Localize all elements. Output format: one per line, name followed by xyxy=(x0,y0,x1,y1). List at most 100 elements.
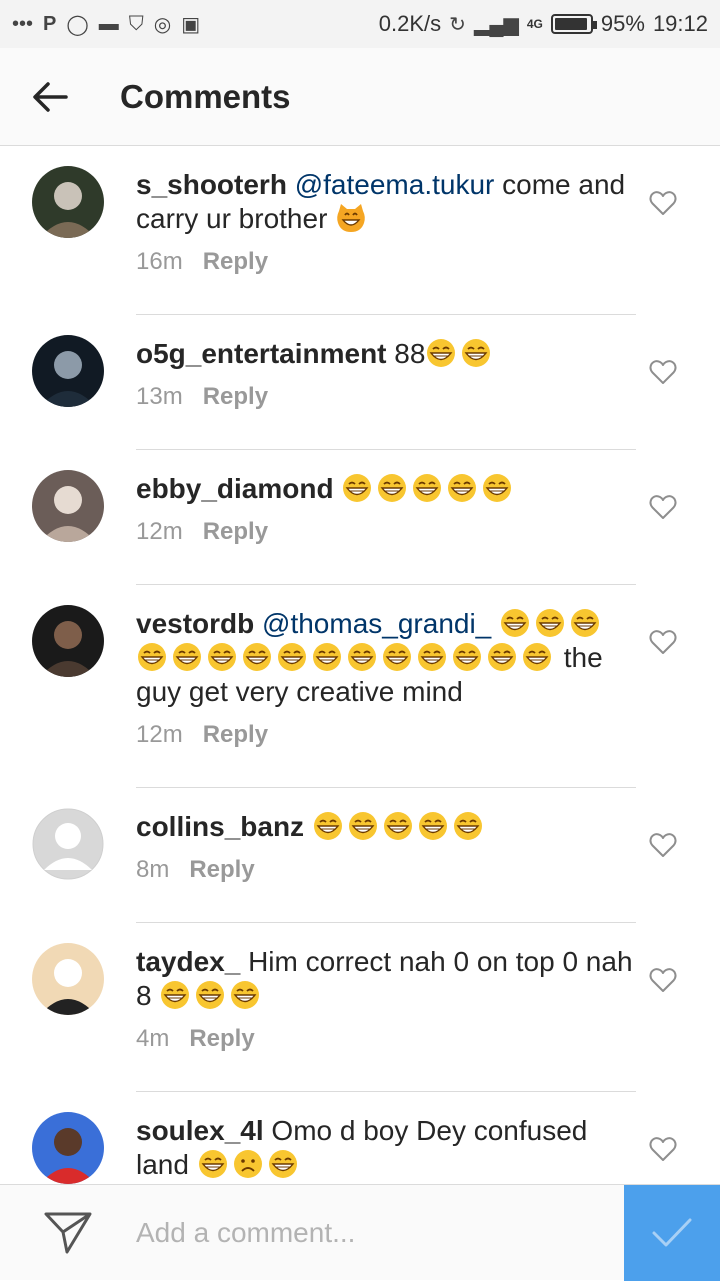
username-link[interactable]: collins_banz xyxy=(136,811,304,842)
grin-emoji-icon xyxy=(501,609,530,637)
comment-body: taydex_ Him correct nah 0 on top 0 nah 8… xyxy=(136,923,636,1092)
shield-icon: ⛉ xyxy=(128,12,144,35)
user-photo xyxy=(32,335,104,407)
status-bar: ••• P ◯ ▬ ⛉ ◎ ▣ 0.2K/s ↻ ▂▄▆ 4G 95% 19:1… xyxy=(0,0,720,48)
comment-body: ebby_diamond 12m Reply xyxy=(136,450,636,585)
grin-emoji-icon xyxy=(448,474,477,502)
grin-emoji-icon xyxy=(483,474,512,502)
comment-message: 88 xyxy=(386,338,426,369)
image-icon: ▣ xyxy=(181,13,201,36)
mention-link[interactable]: @thomas_grandi_ xyxy=(262,608,491,639)
like-button[interactable] xyxy=(648,965,678,995)
grin-emoji-icon xyxy=(208,643,236,671)
username-link[interactable]: s_shooterh xyxy=(136,169,287,200)
avatar[interactable] xyxy=(32,470,104,542)
post-button[interactable] xyxy=(624,1184,720,1281)
comment-input[interactable] xyxy=(136,1184,624,1281)
arrow-left-icon xyxy=(33,81,68,112)
avatar[interactable] xyxy=(32,166,104,238)
reply-button[interactable]: Reply xyxy=(203,518,268,546)
comment-text: vestordb @thomas_grandi_ the guy get ver… xyxy=(136,607,636,709)
grin-emoji-icon xyxy=(278,643,306,671)
comment-timestamp: 12m xyxy=(136,721,183,748)
grin-emoji-icon xyxy=(488,643,516,671)
avatar[interactable] xyxy=(32,335,104,407)
username-link[interactable]: o5g_entertainment xyxy=(136,338,387,369)
avatar[interactable] xyxy=(32,605,104,677)
comment-row: collins_banz 8m Reply xyxy=(0,788,720,923)
more-dots-icon: ••• xyxy=(12,12,34,35)
comment-row: s_shooterh @fateema.tukur come and carry… xyxy=(0,146,720,315)
grin-emoji-icon xyxy=(348,812,377,840)
grin-emoji-icon xyxy=(161,981,190,1009)
grin-emoji-icon xyxy=(453,643,481,671)
username-link[interactable]: taydex_ xyxy=(136,946,240,977)
grin-emoji-icon xyxy=(571,609,600,637)
like-button[interactable] xyxy=(648,627,678,657)
username-link[interactable]: soulex_4l xyxy=(136,1115,264,1146)
reply-button[interactable]: Reply xyxy=(189,1025,254,1053)
username-link[interactable]: ebby_diamond xyxy=(136,473,334,504)
heart-icon xyxy=(649,630,677,654)
comment-message xyxy=(334,473,342,504)
heart-icon xyxy=(649,833,677,857)
avatar[interactable] xyxy=(32,808,104,880)
avatar[interactable] xyxy=(32,943,104,1015)
grin-emoji-icon xyxy=(378,474,407,502)
comments-list[interactable]: s_shooterh @fateema.tukur come and carry… xyxy=(0,146,720,1184)
grin-emoji-icon xyxy=(536,609,565,637)
like-button[interactable] xyxy=(648,830,678,860)
like-button[interactable] xyxy=(648,188,678,218)
signal-icon: ▂▄▆ xyxy=(473,13,519,36)
grin-emoji-icon xyxy=(196,981,225,1009)
frown-emoji-icon xyxy=(233,1150,262,1178)
avatar[interactable] xyxy=(32,1112,104,1184)
battery-percent: 95% xyxy=(600,11,645,36)
comment-meta: 12m Reply xyxy=(136,721,636,787)
comment-message xyxy=(491,608,499,639)
like-button[interactable] xyxy=(648,492,678,522)
back-button[interactable] xyxy=(0,48,100,146)
grin-emoji-icon xyxy=(453,812,482,840)
comment-row: vestordb @thomas_grandi_ the guy get ver… xyxy=(0,585,720,788)
heart-icon xyxy=(649,191,677,215)
chat-icon: ▬ xyxy=(98,12,119,35)
checkmark-icon xyxy=(652,1218,692,1246)
comment-message xyxy=(304,811,312,842)
grin-emoji-icon xyxy=(231,981,260,1009)
user-photo xyxy=(32,470,104,542)
comment-text: o5g_entertainment 88 xyxy=(136,337,636,371)
reply-button[interactable]: Reply xyxy=(203,248,268,276)
comment-timestamp: 4m xyxy=(136,1025,170,1052)
heart-icon xyxy=(649,1137,677,1161)
comment-row: o5g_entertainment 88 13m Reply xyxy=(0,315,720,450)
reply-button[interactable]: Reply xyxy=(189,856,254,884)
comment-timestamp: 12m xyxy=(136,518,183,545)
grin-emoji-icon xyxy=(138,643,166,671)
grin-emoji-icon xyxy=(413,474,442,502)
reply-button[interactable]: Reply xyxy=(203,721,268,749)
comment-body: s_shooterh @fateema.tukur come and carry… xyxy=(136,146,636,315)
comment-meta: 8m Reply xyxy=(136,856,636,922)
like-button[interactable] xyxy=(648,1134,678,1164)
comment-timestamp: 16m xyxy=(136,248,183,275)
grin-emoji-icon xyxy=(523,643,551,671)
grin-emoji-icon xyxy=(313,812,342,840)
comment-text: soulex_4l Omo d boy Dey confused land xyxy=(136,1114,636,1182)
paper-plane-icon xyxy=(44,1212,92,1253)
grin-emoji-icon xyxy=(343,474,372,502)
grin-emoji-icon xyxy=(268,1150,297,1178)
reply-button[interactable]: Reply xyxy=(203,383,268,411)
grin-emoji-icon xyxy=(243,643,271,671)
direct-send-button[interactable] xyxy=(0,1185,136,1281)
clock: 19:12 xyxy=(652,11,708,36)
default-avatar-icon xyxy=(32,808,104,880)
comment-meta: 16m Reply xyxy=(136,248,636,314)
like-button[interactable] xyxy=(648,357,678,387)
mention-link[interactable]: @fateema.tukur xyxy=(295,169,495,200)
comment-meta: 13m Reply xyxy=(136,383,636,449)
network-type: 4G xyxy=(526,17,543,31)
comment-row: taydex_ Him correct nah 0 on top 0 nah 8… xyxy=(0,923,720,1092)
battery-fill xyxy=(554,18,588,30)
username-link[interactable]: vestordb xyxy=(136,608,254,639)
